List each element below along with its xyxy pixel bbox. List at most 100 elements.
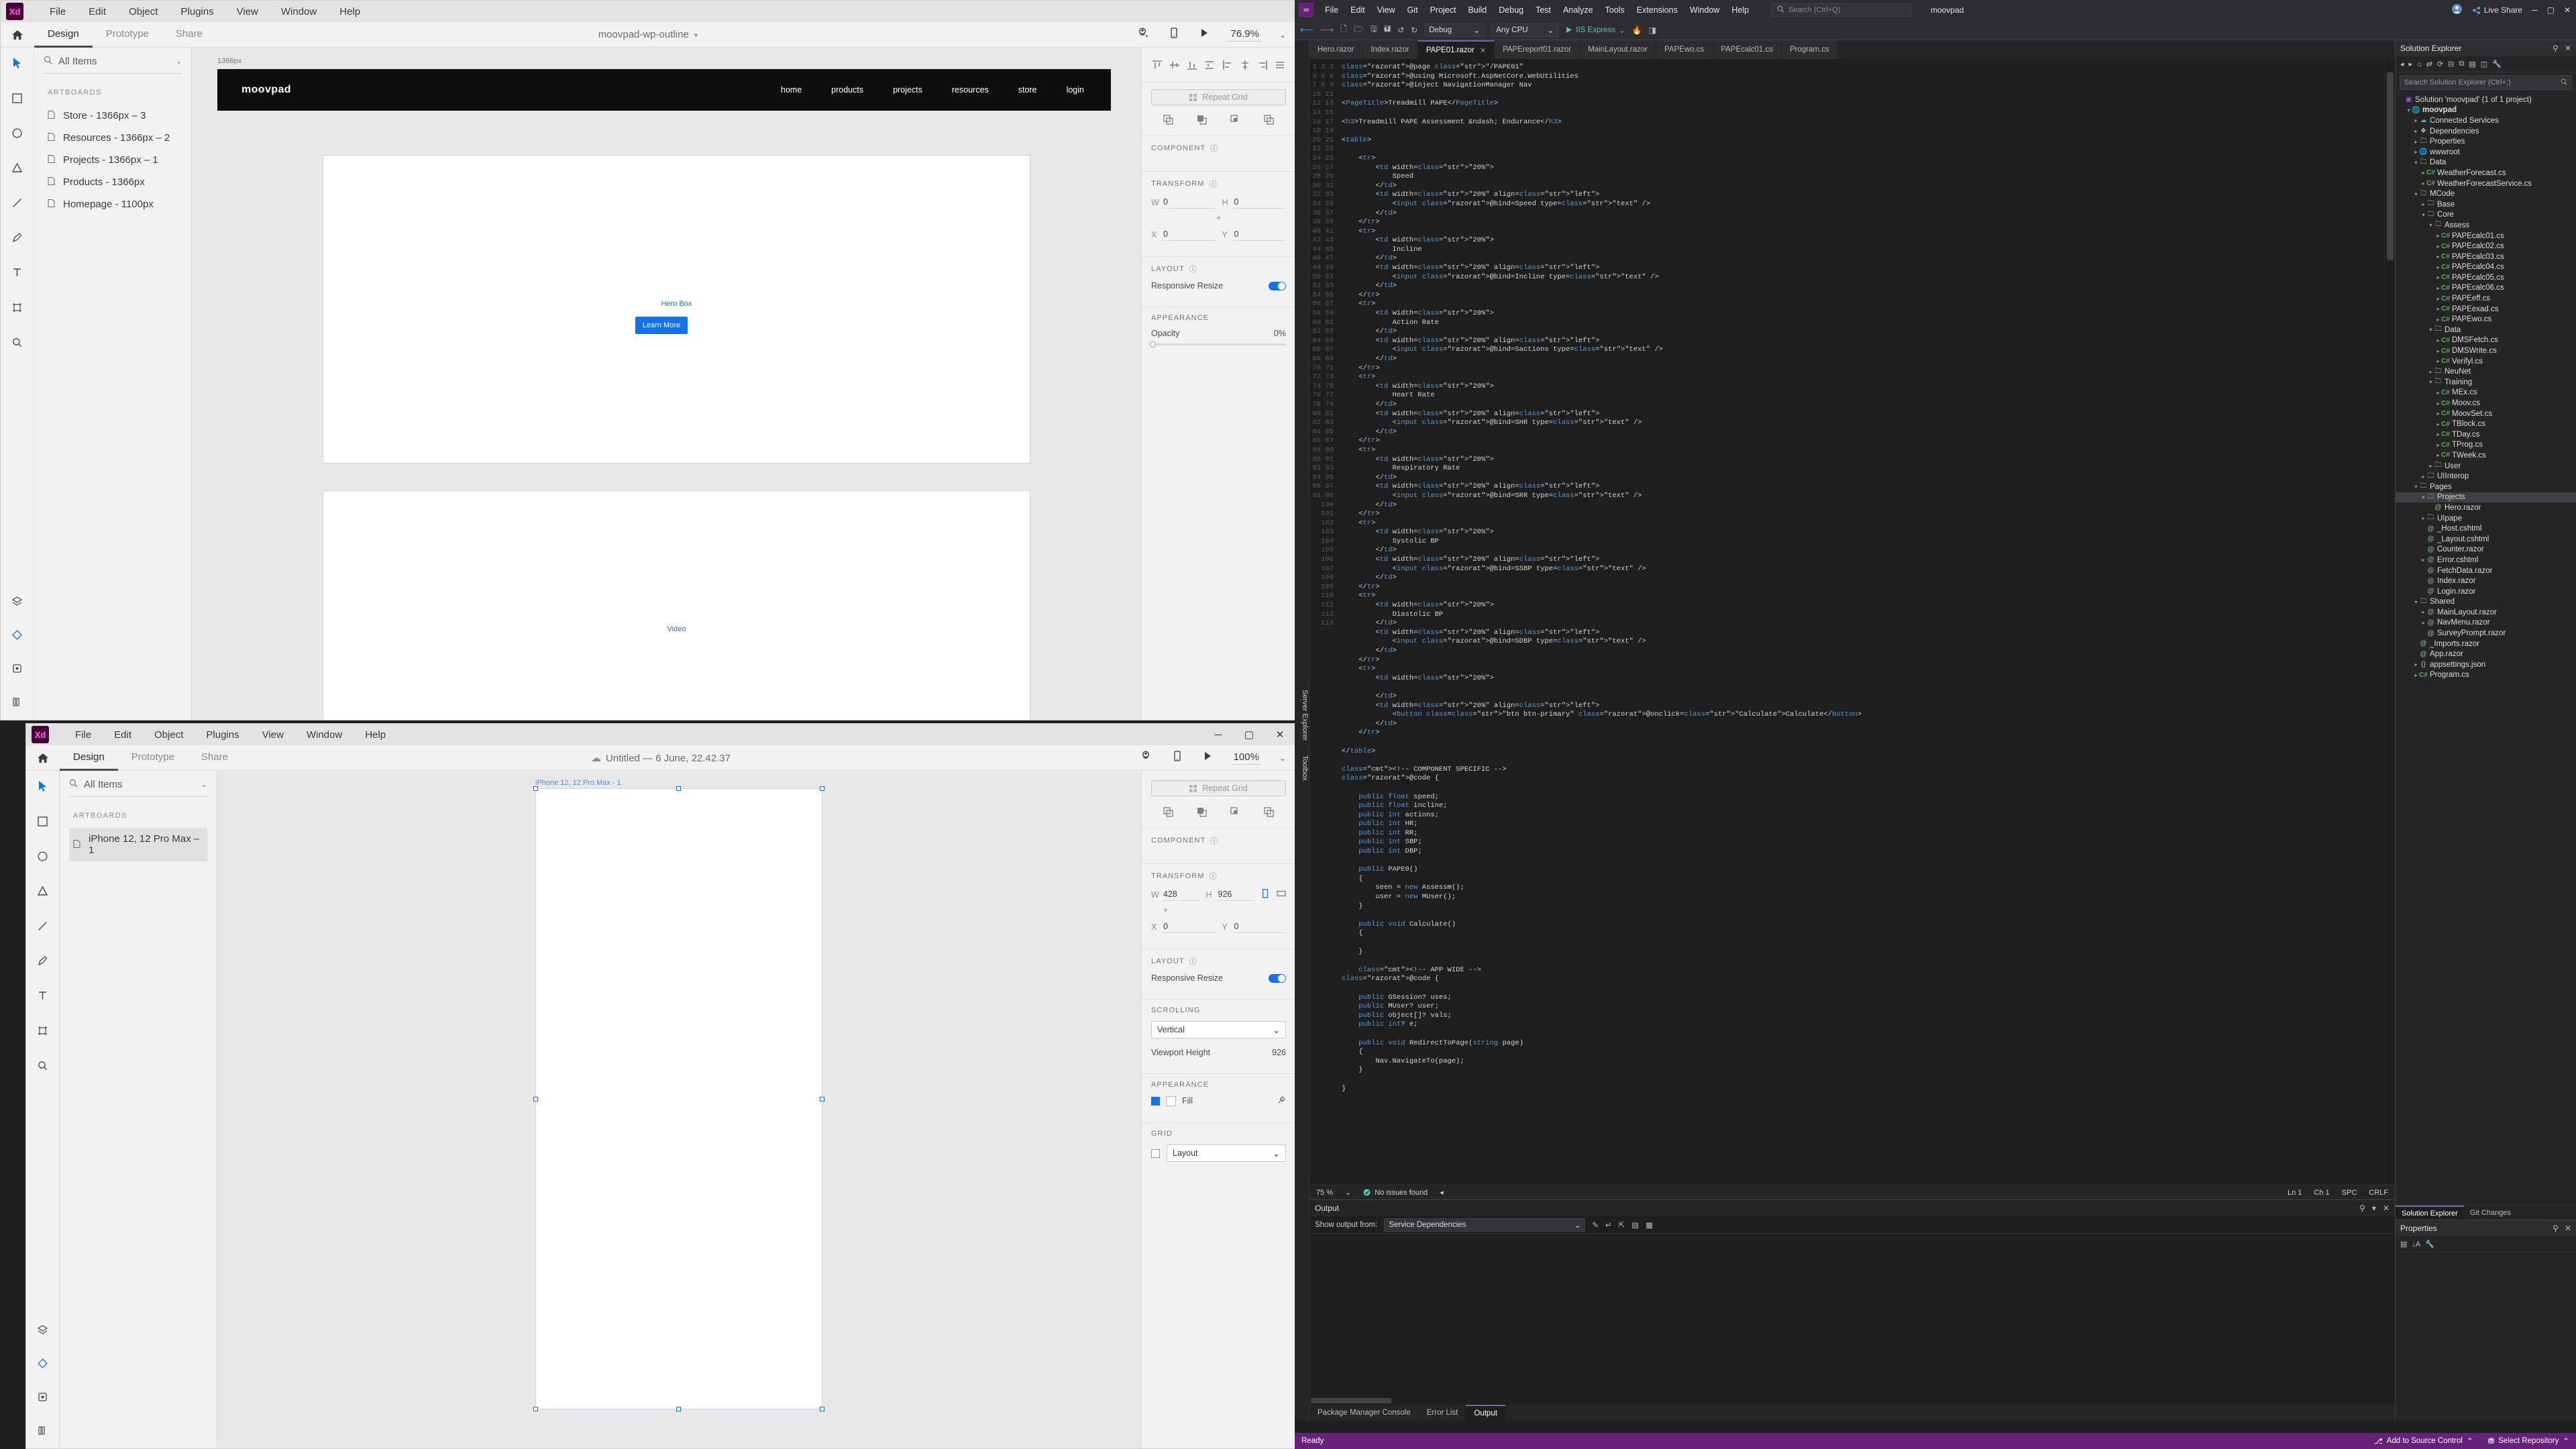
scrolling-group[interactable]: SCROLLING Vertical ⌄ Viewport Height 926 xyxy=(1142,1000,1295,1074)
vs-menu-help[interactable]: Help xyxy=(1725,0,1755,20)
device-preview-icon[interactable] xyxy=(1171,749,1184,766)
solution-tree-node[interactable]: ▸ C# Moov.cs xyxy=(2396,398,2576,409)
menu-file[interactable]: File xyxy=(64,729,103,741)
expand-arrow-icon[interactable]: ▸ xyxy=(2420,170,2426,176)
play-preview-icon[interactable] xyxy=(1201,750,1214,765)
y-value[interactable]: 0 xyxy=(1232,920,1286,933)
xd-bottom-layers-panel[interactable]: All Items ⌄ ARTBOARDS iPhone 12, 12 Pro … xyxy=(60,771,217,1448)
select-tool-icon[interactable] xyxy=(9,54,26,72)
vs-menu-view[interactable]: View xyxy=(1371,0,1401,20)
tab-error-list[interactable]: Error List xyxy=(1419,1405,1466,1421)
width-value[interactable]: 428 xyxy=(1162,888,1199,901)
line-tool-icon[interactable] xyxy=(9,194,26,211)
menu-help[interactable]: Help xyxy=(354,729,397,741)
solution-tree-node[interactable]: ▸ 🌐 wwwroot xyxy=(2396,147,2576,158)
expand-arrow-icon[interactable]: ▸ xyxy=(2413,128,2419,134)
view-designer-icon[interactable]: ▤ xyxy=(2469,60,2475,68)
adobe-xd-window-top[interactable]: Xd File Edit Object Plugins View Window … xyxy=(0,0,1296,720)
expand-arrow-icon[interactable]: ▾ xyxy=(2413,160,2419,166)
expand-arrow-icon[interactable]: ▸ xyxy=(2435,390,2441,396)
vs-menu-test[interactable]: Test xyxy=(1529,0,1557,20)
expand-arrow-icon[interactable]: ▾ xyxy=(2413,191,2419,197)
solution-explorer-tree[interactable]: ▣ Solution 'moovpad' (1 of 1 project) ▾ 🌐 mo… xyxy=(2396,93,2576,1205)
solution-tree-node[interactable]: ▾ 🗀 Training xyxy=(2396,377,2576,388)
eyedropper-icon[interactable] xyxy=(1277,1095,1286,1106)
polygon-tool-icon[interactable] xyxy=(9,159,26,176)
repeat-grid-group-bottom[interactable]: Repeat Grid xyxy=(1142,771,1295,828)
learn-more-button[interactable]: Learn More xyxy=(635,317,688,334)
help-icon[interactable]: ⓘ xyxy=(1210,835,1218,846)
tab-package-manager-console[interactable]: Package Manager Console xyxy=(1309,1405,1419,1421)
goto-message-icon[interactable]: ⇱ xyxy=(1619,1220,1625,1230)
solution-tree-node[interactable]: ▸ C# PAPEcalc04.cs xyxy=(2396,262,2576,273)
xd-top-toolbox-bottom[interactable] xyxy=(9,592,26,710)
solution-tree-node[interactable]: ▸ 🗀 NeuNet xyxy=(2396,366,2576,377)
properties-panel[interactable]: Properties ⚲ ✕ ▤ ↓A 🔧 xyxy=(2396,1220,2576,1421)
expand-arrow-icon[interactable]: ▸ xyxy=(2435,244,2441,250)
expand-arrow-icon[interactable]: ▸ xyxy=(2420,609,2426,615)
appearance-group-top[interactable]: APPEARANCE Opacity 0% xyxy=(1142,307,1295,356)
solution-tree-node[interactable]: ▸ ❖ Dependencies xyxy=(2396,126,2576,137)
lock-aspect-row[interactable]: ⌖ xyxy=(1151,906,1286,916)
artboards-list-top[interactable]: Store - 1366px – 3 Resources - 1366px – 2… xyxy=(44,105,182,215)
chevron-down-icon[interactable]: ⌄ xyxy=(1345,1188,1351,1197)
categorized-view-icon[interactable]: ▤ xyxy=(2400,1240,2407,1248)
boolean-ops-row[interactable] xyxy=(1151,112,1286,125)
expand-arrow-icon[interactable]: ▸ xyxy=(2435,306,2441,312)
artboard-list-item[interactable]: Homepage - 1100px xyxy=(44,193,182,215)
line-tool-icon[interactable] xyxy=(34,917,52,934)
expand-arrow-icon[interactable]: ▸ xyxy=(2435,358,2441,364)
output-dock-tabs[interactable]: Package Manager Console Error List Outpu… xyxy=(1309,1405,2395,1421)
expand-arrow-icon[interactable]: ▸ xyxy=(2435,296,2441,302)
fill-color-swatch[interactable] xyxy=(1166,1095,1176,1106)
text-tool-icon[interactable] xyxy=(34,987,52,1004)
fill-checkbox[interactable] xyxy=(1151,1096,1160,1106)
minimize-button[interactable]: ─ xyxy=(1203,724,1234,745)
menu-file[interactable]: File xyxy=(38,6,77,17)
hero-box[interactable]: Hero Box Learn More xyxy=(323,155,1030,464)
maximize-button[interactable]: ▢ xyxy=(1234,724,1265,745)
solution-tree-node[interactable]: ▸ C# PAPEcalc05.cs xyxy=(2396,272,2576,283)
xd-top-tabs[interactable]: Design Prototype Share xyxy=(34,22,216,48)
menu-plugins[interactable]: Plugins xyxy=(195,729,250,741)
navigate-forward-icon[interactable]: ⟶ xyxy=(1320,24,1334,36)
properties-header[interactable]: Properties ⚲ ✕ xyxy=(2396,1220,2576,1236)
landscape-orientation-icon[interactable] xyxy=(1277,889,1286,900)
expand-arrow-icon[interactable]: ▸ xyxy=(2413,117,2419,123)
expand-arrow-icon[interactable]: ▾ xyxy=(2428,327,2434,333)
vs-menu-build[interactable]: Build xyxy=(1462,0,1493,20)
layout-group-bottom[interactable]: LAYOUT ⓘ Responsive Resize xyxy=(1142,949,1295,1000)
viewport-height-value[interactable]: 926 xyxy=(1272,1048,1286,1057)
expand-arrow-icon[interactable]: ▾ xyxy=(2413,484,2419,490)
solution-tree-node[interactable]: ▸ 🗀 Base xyxy=(2396,199,2576,210)
solution-tree-node[interactable]: ▣ Solution 'moovpad' (1 of 1 project) xyxy=(2396,95,2576,105)
zoom-tool-icon[interactable] xyxy=(34,1057,52,1074)
scrollbar-thumb[interactable] xyxy=(2387,72,2394,260)
portrait-orientation-icon[interactable] xyxy=(1260,889,1270,900)
output-toolbar[interactable]: Show output from: Service Dependencies ⌄… xyxy=(1309,1216,2395,1234)
editor-code-content[interactable]: class="razorat">@page class="str">"/PAPE… xyxy=(1338,59,2384,1185)
search-input[interactable]: All Items xyxy=(84,779,195,790)
libraries-panel-icon[interactable] xyxy=(9,693,26,710)
xd-bottom-toolbar-right[interactable]: 100% ⌄ xyxy=(1140,749,1286,766)
solution-tree-node[interactable]: ▾ 🗀 MCode xyxy=(2396,189,2576,199)
boolean-ops-row[interactable] xyxy=(1151,803,1286,817)
resize-handle-mr[interactable] xyxy=(820,1097,824,1102)
editor-tab[interactable]: PAPE01.razor ✕ xyxy=(1417,40,1495,59)
editor-tab[interactable]: PAPEcalc01.cs xyxy=(1713,40,1782,59)
solution-tree-node[interactable]: @ App.razor xyxy=(2396,649,2576,659)
expand-arrow-icon[interactable]: ▸ xyxy=(2435,411,2441,417)
solution-tree-node[interactable]: ▸ C# TProg.cs xyxy=(2396,440,2576,451)
appearance-group-bottom[interactable]: APPEARANCE Fill xyxy=(1142,1074,1295,1123)
xd-top-menubar[interactable]: Xd File Edit Object Plugins View Window … xyxy=(1,1,1295,22)
xd-bottom-tabs[interactable]: Design Prototype Share xyxy=(60,745,241,771)
refresh-icon[interactable]: ⟳ xyxy=(2437,60,2443,68)
tab-share[interactable]: Share xyxy=(162,22,216,48)
close-icon[interactable]: ✕ xyxy=(2565,44,2571,53)
zoom-level-top[interactable]: 76.9% xyxy=(1228,28,1262,42)
maximize-button[interactable]: ▢ xyxy=(2547,5,2555,15)
vs-search-input[interactable]: Search (Ctrl+Q) xyxy=(1788,6,1840,14)
pen-tool-icon[interactable] xyxy=(9,229,26,246)
lock-aspect-row[interactable]: ⌖ xyxy=(1151,213,1286,223)
nav-link-store[interactable]: store xyxy=(1018,85,1037,95)
